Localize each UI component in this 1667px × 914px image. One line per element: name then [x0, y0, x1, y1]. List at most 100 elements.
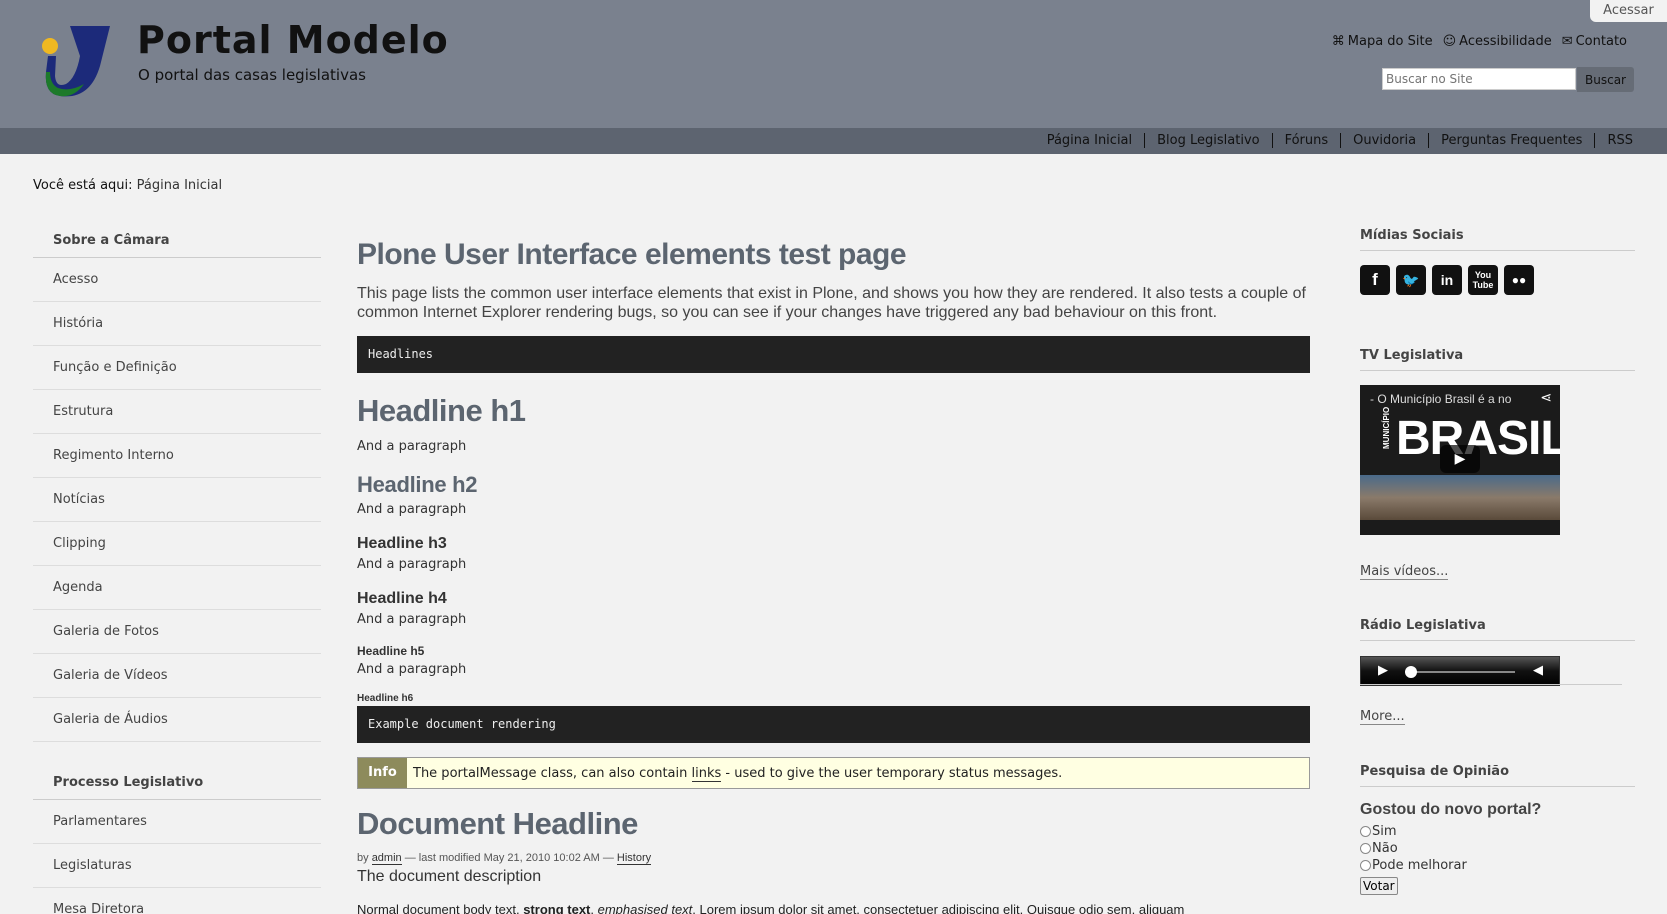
info-text-before: The portalMessage class, can also contai… — [413, 765, 688, 781]
contact-label: Contato — [1575, 34, 1627, 49]
search-button[interactable]: Buscar — [1577, 67, 1634, 92]
body-text: Normal document body text, — [357, 902, 520, 914]
byline-modified: — last modified May 21, 2010 10:02 AM — — [404, 852, 614, 864]
portlet-header-radio: Rádio Legislativa — [1360, 618, 1635, 641]
paragraph: And a paragraph — [357, 612, 467, 627]
portal-message: Info The portalMessage class, can also c… — [357, 757, 1310, 789]
main-content: Plone User Interface elements test page … — [357, 238, 1310, 914]
headline-h6: Headline h6 — [357, 693, 414, 704]
nav-list-item[interactable]: Estrutura — [33, 390, 321, 434]
video-player[interactable]: - O Município Brasil é a no ⋖ BRASIL MUN… — [1360, 385, 1560, 535]
headline-h3: Headline h3 — [357, 535, 447, 552]
sitemap-link[interactable]: ⌘ Mapa do Site — [1332, 34, 1433, 49]
nav-list-item[interactable]: Função e Definição — [33, 346, 321, 390]
vote-button[interactable]: Votar — [1360, 877, 1398, 895]
accessibility-link[interactable]: ☺ Acessibilidade — [1443, 34, 1552, 49]
nav-item-blog[interactable]: Blog Legislativo — [1144, 133, 1271, 148]
play-icon[interactable]: ▶ — [1378, 663, 1388, 678]
author-link[interactable]: admin — [371, 852, 402, 865]
code-block: Headlines — [357, 336, 1310, 373]
more-videos-link[interactable]: Mais vídeos... — [1360, 564, 1449, 580]
nav-list-item[interactable]: Galeria de Áudios — [33, 698, 321, 742]
byline-by: by — [357, 852, 369, 864]
volume-icon[interactable]: ◀ — [1533, 663, 1543, 678]
nav-list-item[interactable]: Agenda — [33, 566, 321, 610]
nav-list-item[interactable]: Notícias — [33, 478, 321, 522]
flickr-icon[interactable]: ●● — [1504, 265, 1534, 295]
site-title[interactable]: Portal Modelo — [137, 18, 449, 62]
logo-icon[interactable] — [40, 26, 110, 100]
poll-option-label: Pode melhorar — [1372, 858, 1467, 873]
twitter-icon[interactable]: 🐦 — [1396, 265, 1426, 295]
nav-list-item[interactable]: Acesso — [33, 258, 321, 302]
document-headline: Document Headline — [357, 806, 638, 841]
main-navigation: Página Inicial Blog Legislativo Fóruns O… — [0, 128, 1667, 154]
history-link[interactable]: History — [616, 852, 652, 865]
poll-option[interactable]: Não — [1360, 841, 1398, 856]
radio-button[interactable] — [1360, 860, 1371, 871]
accessibility-icon: ☺ — [1442, 34, 1457, 49]
left-portlets: Sobre a Câmara Acesso História Função e … — [33, 230, 321, 914]
search-input[interactable] — [1382, 68, 1576, 90]
sitemap-label: Mapa do Site — [1347, 34, 1433, 49]
audio-progress-handle[interactable] — [1405, 666, 1417, 678]
nav-list-item[interactable]: Parlamentares — [33, 800, 321, 844]
nav-list-item[interactable]: Mesa Diretora — [33, 888, 321, 914]
headline-h1: Headline h1 — [357, 393, 526, 428]
more-link[interactable]: More... — [1360, 709, 1405, 725]
breadcrumb: Você está aqui: Página Inicial — [33, 178, 222, 193]
site-subtitle: O portal das casas legislativas — [138, 66, 366, 84]
nav-list-item[interactable]: Galeria de Vídeos — [33, 654, 321, 698]
info-link[interactable]: links — [691, 765, 722, 782]
document-description: The document description — [357, 868, 542, 885]
audio-progress-track[interactable] — [1413, 671, 1515, 673]
portlet-header-tv: TV Legislativa — [1360, 348, 1635, 371]
nav-list-item[interactable]: Clipping — [33, 522, 321, 566]
poll-option[interactable]: Pode melhorar — [1360, 858, 1467, 873]
nav-list-item[interactable]: Regimento Interno — [33, 434, 321, 478]
document-byline: by admin — last modified May 21, 2010 10… — [357, 852, 652, 865]
site-actions: ⌘ Mapa do Site ☺ Acessibilidade ✉ Contato — [1332, 34, 1627, 49]
portlet-header-poll: Pesquisa de Opinião — [1360, 764, 1635, 787]
body-rest: . Lorem ipsum dolor sit amet, consectetu… — [692, 902, 1185, 914]
portlet-header-legislative[interactable]: Processo Legislativo — [33, 772, 321, 800]
breadcrumb-current[interactable]: Página Inicial — [137, 178, 222, 193]
info-text: The portalMessage class, can also contai… — [407, 765, 1062, 782]
login-link[interactable]: Acessar — [1590, 0, 1667, 22]
portlet-header-about[interactable]: Sobre a Câmara — [33, 230, 321, 258]
contact-link[interactable]: ✉ Contato — [1562, 34, 1627, 49]
paragraph: And a paragraph — [357, 557, 467, 572]
nav-item-ombudsman[interactable]: Ouvidoria — [1340, 133, 1428, 148]
body-emphasis: emphasised text — [597, 902, 693, 914]
nav-item-rss[interactable]: RSS — [1594, 133, 1645, 148]
share-icon[interactable]: ⋖ — [1540, 390, 1552, 406]
nav-list-item[interactable]: Galeria de Fotos — [33, 610, 321, 654]
facebook-icon[interactable]: f — [1360, 265, 1390, 295]
site-header: Acessar Portal Modelo O portal das casas… — [0, 0, 1667, 128]
info-label: Info — [358, 758, 407, 788]
nav-list-item[interactable]: Legislaturas — [33, 844, 321, 888]
audio-player[interactable]: ▶ ◀ — [1360, 656, 1560, 686]
poll-option[interactable]: Sim — [1360, 824, 1397, 839]
code-block: Example document rendering — [357, 706, 1310, 743]
radio-button[interactable] — [1360, 826, 1371, 837]
headline-h5: Headline h5 — [357, 644, 425, 658]
nav-item-forums[interactable]: Fóruns — [1271, 133, 1341, 148]
nav-item-home[interactable]: Página Inicial — [1035, 133, 1144, 148]
video-title: - O Município Brasil é a no — [1370, 392, 1512, 406]
play-icon[interactable]: ▶ — [1440, 445, 1480, 473]
right-portlets: Mídias Sociais f 🐦 in You Tube ●● TV Legi… — [1360, 228, 1635, 895]
body-strong: strong text — [523, 902, 591, 914]
poll-option-label: Não — [1372, 841, 1398, 856]
nav-list-item[interactable]: História — [33, 302, 321, 346]
radio-button[interactable] — [1360, 843, 1371, 854]
paragraph: And a paragraph — [357, 662, 467, 677]
page-title: Plone User Interface elements test page — [357, 238, 907, 271]
headline-h4: Headline h4 — [357, 590, 447, 607]
linkedin-icon[interactable]: in — [1432, 265, 1462, 295]
youtube-icon[interactable]: You Tube — [1468, 265, 1498, 295]
sitemap-icon: ⌘ — [1331, 34, 1345, 49]
nav-item-faq[interactable]: Perguntas Frequentes — [1428, 133, 1594, 148]
headline-h2: Headline h2 — [357, 472, 478, 497]
paragraph: And a paragraph — [357, 439, 467, 454]
